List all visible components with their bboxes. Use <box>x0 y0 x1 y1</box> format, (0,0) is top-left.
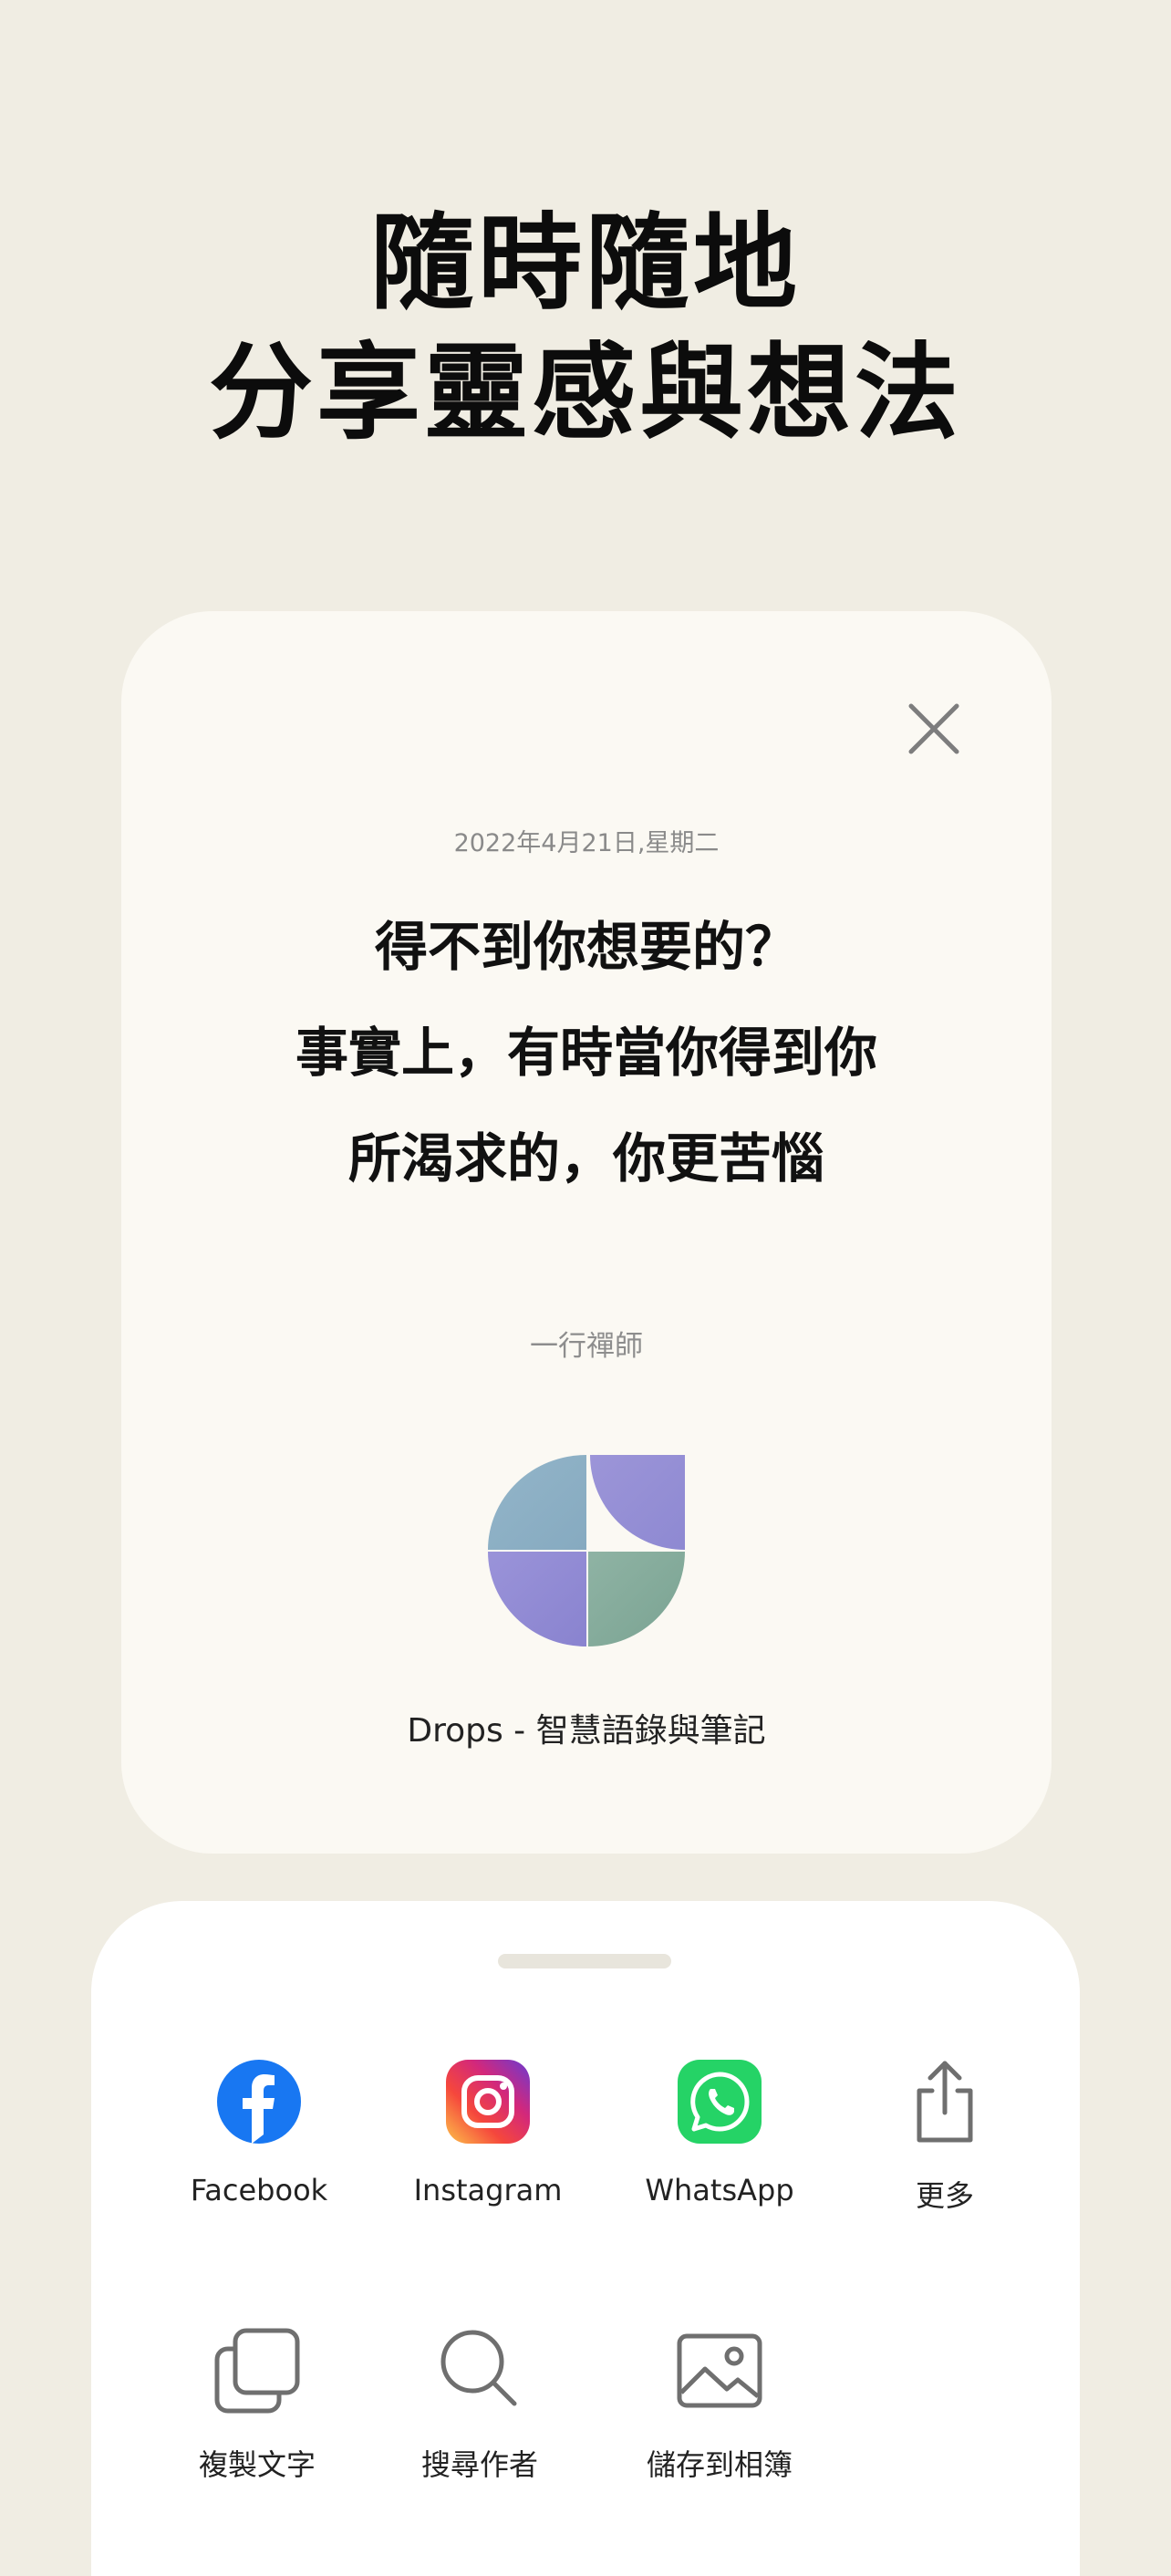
share-more-label: 更多 <box>915 2178 974 2213</box>
share-sheet: Facebook Instagram WhatsApp 更多 複製文字 搜尋作者… <box>91 1901 1080 2576</box>
quote-line-3: 所渴求的，你更苦惱 <box>347 1127 824 1189</box>
instagram-icon <box>446 2060 530 2144</box>
quote-author: 一行禪師 <box>530 1330 643 1363</box>
facebook-icon <box>217 2060 301 2144</box>
search-author-label: 搜尋作者 <box>420 2447 538 2482</box>
quote-line-2: 事實上，有時當你得到你 <box>295 1022 877 1084</box>
quote-text: 得不到你想要的？ 事實上，有時當你得到你 所渴求的，你更苦惱 <box>121 894 1052 1211</box>
share-instagram-label: Instagram <box>413 2173 563 2207</box>
headline: 隨時隨地 分享靈感與想法 <box>0 199 1171 458</box>
quote-line-1: 得不到你想要的？ <box>374 916 798 978</box>
share-whatsapp-label: WhatsApp <box>645 2173 794 2207</box>
quote-date: 2022年4月21日,星期二 <box>453 829 720 857</box>
search-author-button[interactable]: 搜尋作者 <box>379 2325 580 2484</box>
quote-card: 2022年4月21日,星期二 得不到你想要的？ 事實上，有時當你得到你 所渴求的… <box>121 611 1052 1854</box>
headline-line-2: 分享靈感與想法 <box>208 332 962 453</box>
save-to-album-button[interactable]: 儲存到相簿 <box>619 2325 820 2484</box>
share-whatsapp-button[interactable]: WhatsApp <box>619 2056 820 2207</box>
headline-line-1: 隨時隨地 <box>369 203 801 324</box>
share-more-icon <box>917 2061 973 2143</box>
drops-logo-icon <box>488 1455 685 1646</box>
share-instagram-button[interactable]: Instagram <box>388 2056 588 2207</box>
share-more-button[interactable]: 更多 <box>845 2056 1045 2215</box>
whatsapp-icon <box>678 2060 762 2144</box>
copy-text-label: 複製文字 <box>198 2447 316 2482</box>
sheet-drag-handle[interactable] <box>498 1954 671 1968</box>
image-icon <box>677 2333 762 2408</box>
share-facebook-button[interactable]: Facebook <box>159 2056 359 2207</box>
copy-icon <box>214 2328 300 2414</box>
share-facebook-label: Facebook <box>190 2173 328 2207</box>
close-icon <box>908 703 959 754</box>
copy-text-button[interactable]: 複製文字 <box>157 2325 358 2484</box>
save-to-album-label: 儲存到相簿 <box>646 2447 793 2482</box>
app-name: Drops - 智慧語錄與筆記 <box>407 1712 766 1750</box>
close-button[interactable] <box>896 691 971 766</box>
search-icon <box>440 2330 517 2406</box>
